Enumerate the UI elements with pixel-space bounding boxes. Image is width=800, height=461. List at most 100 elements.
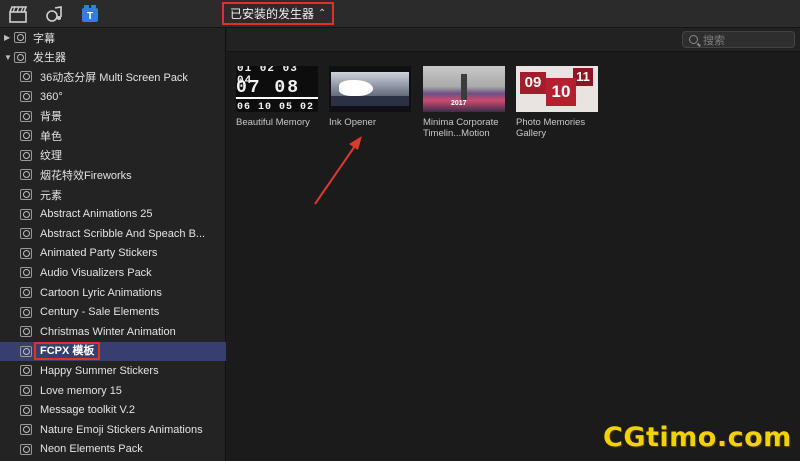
thumbnail-text: 2017: [451, 100, 467, 107]
sidebar-item-label: 元素: [40, 189, 62, 202]
generator-icon: [20, 443, 32, 455]
sidebar-item[interactable]: Abstract Scribble And Speach B...: [0, 224, 226, 244]
search-placeholder: 搜索: [703, 34, 725, 47]
titles-generators-icon[interactable]: T: [80, 4, 100, 24]
generator-icon: [20, 149, 32, 161]
sidebar-item-label: 单色: [40, 130, 62, 143]
sidebar-item-label: Neon Elements Pack: [40, 443, 143, 456]
thumbnail-text: 10: [546, 78, 576, 106]
sidebar-item-label: Animated Party Stickers: [40, 247, 158, 260]
sidebar-item[interactable]: Love memory 15: [0, 381, 226, 401]
generator-icon: [20, 424, 32, 436]
generator-icon: [20, 169, 32, 181]
sidebar-item[interactable]: Nature Emoji Stickers Animations: [0, 420, 226, 440]
sidebar-item-label: Abstract Animations 25: [40, 208, 153, 221]
tile-caption: Ink Opener: [329, 117, 376, 128]
generator-icon: [20, 385, 32, 397]
thumbnail: [329, 66, 411, 112]
generator-icon: [20, 228, 32, 240]
generator-icon: [20, 267, 32, 279]
sidebar-item[interactable]: Animated Party Stickers: [0, 244, 226, 264]
sidebar-item-label: 36动态分屏 Multi Screen Pack: [40, 71, 188, 84]
sidebar-item-label: Nature Emoji Stickers Animations: [40, 423, 203, 436]
watermark: CGtimo.com: [603, 422, 792, 453]
generator-tile[interactable]: 01 02 03 04 07 08 06 10 05 02 Beautiful …: [236, 66, 322, 128]
sidebar-item[interactable]: Audio Visualizers Pack: [0, 263, 226, 283]
sidebar-item-label: 烟花特效Fireworks: [40, 169, 132, 182]
thumbnail: 01 02 03 04 07 08 06 10 05 02: [236, 66, 318, 112]
sidebar-item-titles[interactable]: ▶ 字幕: [0, 28, 226, 48]
disclosure-down-icon[interactable]: ▼: [4, 53, 12, 62]
thumbnail-text: 09: [520, 72, 546, 94]
generator-icon: [20, 91, 32, 103]
generator-icon: [20, 365, 32, 377]
search-field[interactable]: 搜索: [682, 31, 795, 48]
generator-icon: [20, 306, 32, 318]
sidebar-item-label: 字幕: [33, 32, 55, 45]
thumbnail-ink-shape: [339, 80, 373, 96]
search-icon: [689, 35, 698, 44]
sidebar-item[interactable]: 纹理: [0, 146, 226, 166]
sidebar-item-label: Audio Visualizers Pack: [40, 266, 152, 279]
sidebar-item[interactable]: Cartoon Lyric Animations: [0, 283, 226, 303]
sidebar-item[interactable]: 36动态分屏 Multi Screen Pack: [0, 67, 226, 87]
sidebar-item[interactable]: Century - Sale Elements: [0, 302, 226, 322]
browser-subbar: 搜索: [227, 28, 800, 52]
generator-tile[interactable]: 2017 Minima Corporate Timelin...Motion: [423, 66, 509, 139]
sidebar-item[interactable]: Message toolkit V.2: [0, 400, 226, 420]
generator-icon: [20, 247, 32, 259]
generator-icon: [20, 404, 32, 416]
generator-icon: [20, 130, 32, 142]
folder-icon: [14, 51, 26, 63]
sidebar-item-label: Message toolkit V.2: [40, 404, 135, 417]
sidebar-item-label: Cartoon Lyric Animations: [40, 286, 162, 299]
clapper-icon[interactable]: [8, 4, 28, 24]
generator-icon: [20, 71, 32, 83]
svg-text:T: T: [87, 11, 93, 22]
sidebar-item[interactable]: Christmas Winter Animation: [0, 322, 226, 342]
folder-icon: [14, 32, 26, 44]
generator-icon: [20, 287, 32, 299]
top-toolbar: T 已安装的发生器 ⌃: [0, 0, 800, 28]
tile-caption: Minima Corporate Timelin...Motion: [423, 117, 499, 139]
tile-caption: Photo Memories Gallery: [516, 117, 586, 139]
sidebar-item-label: Happy Summer Stickers: [40, 364, 159, 377]
sidebar-item[interactable]: Neon Elements Pack: [0, 440, 226, 460]
thumbnail-text: 07 08: [236, 78, 301, 98]
thumbnail-divider: [236, 97, 318, 99]
generator-tile[interactable]: 09 11 10 Photo Memories Gallery: [516, 66, 602, 139]
thumbnail-strip: [331, 96, 409, 106]
sidebar-item[interactable]: 360°: [0, 87, 226, 107]
sidebar-item[interactable]: 单色: [0, 126, 226, 146]
disclosure-right-icon[interactable]: ▶: [4, 33, 10, 42]
thumbnail-image: [461, 74, 467, 100]
sidebar-item-label: FCPX 模板: [34, 342, 101, 361]
sidebar-item[interactable]: 烟花特效Fireworks: [0, 165, 226, 185]
sidebar-item-label: 发生器: [33, 52, 66, 65]
chevron-updown-icon: ⌃: [318, 7, 327, 19]
generator-tile[interactable]: Ink Opener: [329, 66, 415, 128]
generator-icon: [20, 326, 32, 338]
sidebar-item-label: 背景: [40, 111, 62, 124]
dropdown-label: 已安装的发生器: [230, 7, 315, 21]
sidebar-item[interactable]: 元素: [0, 185, 226, 205]
sidebar-item-label: 纹理: [40, 150, 62, 163]
browser-pane: 搜索 01 02 03 04 07 08 06 10 05 02 Beautif…: [227, 28, 800, 461]
thumbnail-text: 06 10 05 02: [237, 102, 315, 112]
sidebar-item-label: 360°: [40, 90, 63, 103]
sidebar-item[interactable]: Abstract Animations 25: [0, 204, 226, 224]
sidebar-item-generators[interactable]: ▼ 发生器: [0, 48, 226, 68]
sidebar-item-selected[interactable]: FCPX 模板: [0, 341, 226, 362]
thumbnail: 09 11 10: [516, 66, 598, 112]
sidebar-item-label: Christmas Winter Animation: [40, 325, 176, 338]
sidebar-item-label: Abstract Scribble And Speach B...: [40, 227, 206, 240]
generator-icon: [20, 189, 32, 201]
generator-icon: [20, 345, 32, 357]
music-photo-icon[interactable]: [44, 4, 64, 24]
sidebar-item[interactable]: 背景: [0, 106, 226, 126]
sidebar-item-label: Love memory 15: [40, 384, 122, 397]
tile-caption: Beautiful Memory: [236, 117, 310, 128]
sidebar-item[interactable]: Happy Summer Stickers: [0, 361, 226, 381]
thumbnail: 2017: [423, 66, 505, 112]
installed-generators-dropdown[interactable]: 已安装的发生器 ⌃: [222, 2, 335, 25]
